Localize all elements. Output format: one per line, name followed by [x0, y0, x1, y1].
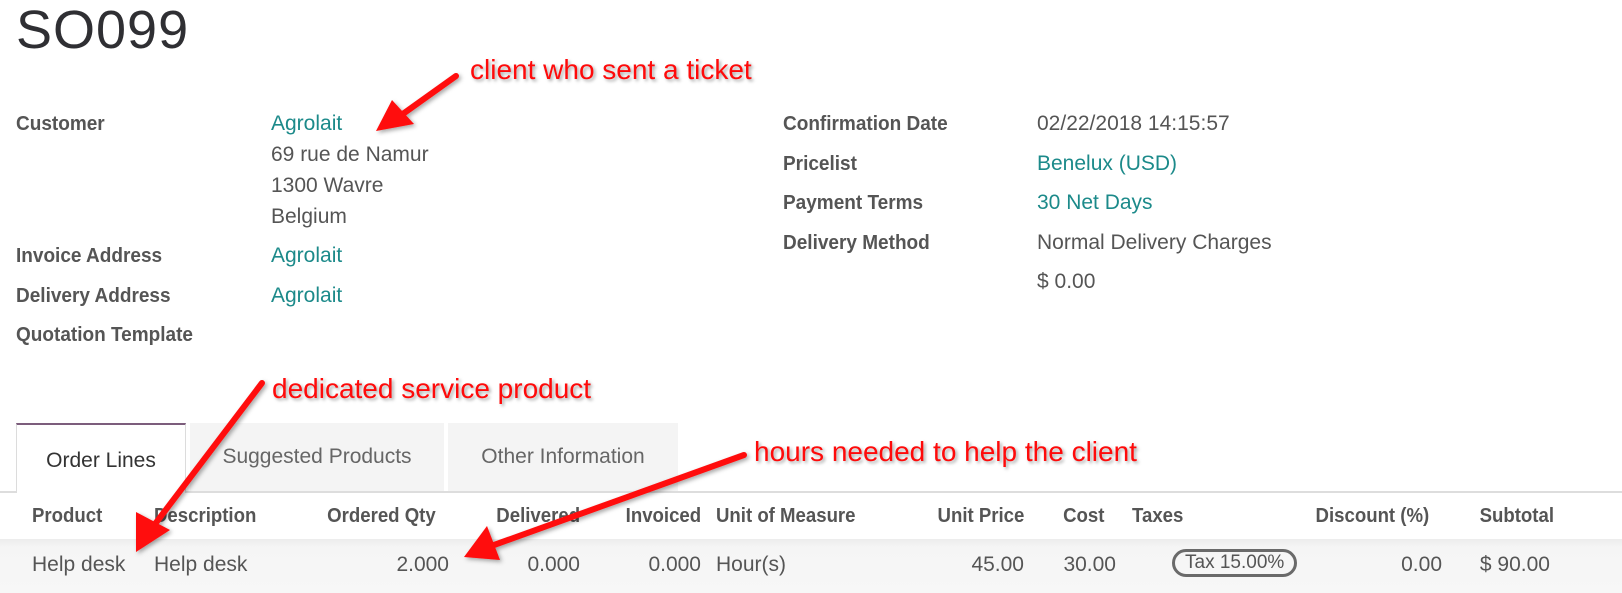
tab-other-information[interactable]: Other Information	[448, 423, 678, 491]
confirmation-date-value: 02/22/2018 14:15:57	[1037, 112, 1230, 135]
annotation-customer: client who sent a ticket	[470, 54, 752, 85]
table-row[interactable]: Help desk Help desk 2.000 0.000 0.000 Ho…	[0, 539, 1622, 593]
cell-ordered-qty[interactable]: 2.000	[396, 553, 449, 577]
column-header-unit-of-measure[interactable]: Unit of Measure	[716, 505, 856, 528]
column-header-ordered-qty[interactable]: Ordered Qty	[327, 505, 436, 528]
tab-order-lines[interactable]: Order Lines	[16, 423, 186, 493]
invoice-address-label: Invoice Address	[16, 245, 163, 267]
column-header-product[interactable]: Product	[32, 505, 102, 528]
customer-address-line1: 69 rue de Namur	[271, 143, 429, 166]
column-header-discount[interactable]: Discount (%)	[1315, 505, 1429, 528]
customer-address-line3: Belgium	[271, 205, 347, 228]
annotation-product: dedicated service product	[272, 373, 592, 404]
payment-terms-link[interactable]: 30 Net Days	[1037, 191, 1153, 215]
pricelist-label: Pricelist	[783, 153, 857, 175]
tab-suggested-products[interactable]: Suggested Products	[190, 423, 444, 491]
cell-unit-price[interactable]: 45.00	[971, 553, 1024, 577]
payment-terms-label: Payment Terms	[783, 192, 924, 214]
cell-invoiced: 0.000	[648, 553, 701, 576]
cell-product[interactable]: Help desk	[32, 553, 125, 577]
cell-discount[interactable]: 0.00	[1401, 553, 1442, 577]
cell-description[interactable]: Help desk	[154, 553, 247, 577]
confirmation-date-label: Confirmation Date	[783, 113, 948, 135]
delivery-method-label: Delivery Method	[783, 232, 930, 254]
column-header-taxes[interactable]: Taxes	[1132, 505, 1183, 528]
record-title: SO099	[16, 0, 190, 60]
quotation-template-label: Quotation Template	[16, 324, 193, 346]
delivery-method-value: Normal Delivery Charges	[1037, 231, 1272, 254]
customer-address-line2: 1300 Wavre	[271, 174, 384, 197]
customer-link[interactable]: Agrolait	[271, 112, 342, 136]
tax-badge[interactable]: Tax 15.00%	[1172, 549, 1298, 577]
cell-delivered: 0.000	[527, 553, 580, 576]
column-header-unit-price[interactable]: Unit Price	[937, 505, 1024, 528]
column-header-invoiced[interactable]: Invoiced	[626, 505, 701, 528]
delivery-cost-value: $ 0.00	[1037, 270, 1096, 293]
column-header-description[interactable]: Description	[154, 505, 256, 528]
arrow-to-customer	[376, 73, 459, 131]
column-header-delivered[interactable]: Delivered	[496, 505, 580, 528]
order-lines-header: Product Description Ordered Qty Delivere…	[0, 493, 1622, 539]
column-header-cost[interactable]: Cost	[1063, 505, 1104, 528]
column-header-subtotal[interactable]: Subtotal	[1480, 505, 1554, 528]
pricelist-link[interactable]: Benelux (USD)	[1037, 152, 1177, 176]
cell-subtotal: $ 90.00	[1479, 553, 1550, 576]
annotation-hours: hours needed to help the client	[754, 436, 1137, 467]
cell-cost: 30.00	[1063, 553, 1116, 576]
cell-unit-of-measure[interactable]: Hour(s)	[716, 553, 786, 577]
delivery-address-link[interactable]: Agrolait	[271, 284, 342, 308]
invoice-address-link[interactable]: Agrolait	[271, 244, 342, 268]
delivery-address-label: Delivery Address	[16, 285, 171, 307]
customer-label: Customer	[16, 113, 105, 135]
